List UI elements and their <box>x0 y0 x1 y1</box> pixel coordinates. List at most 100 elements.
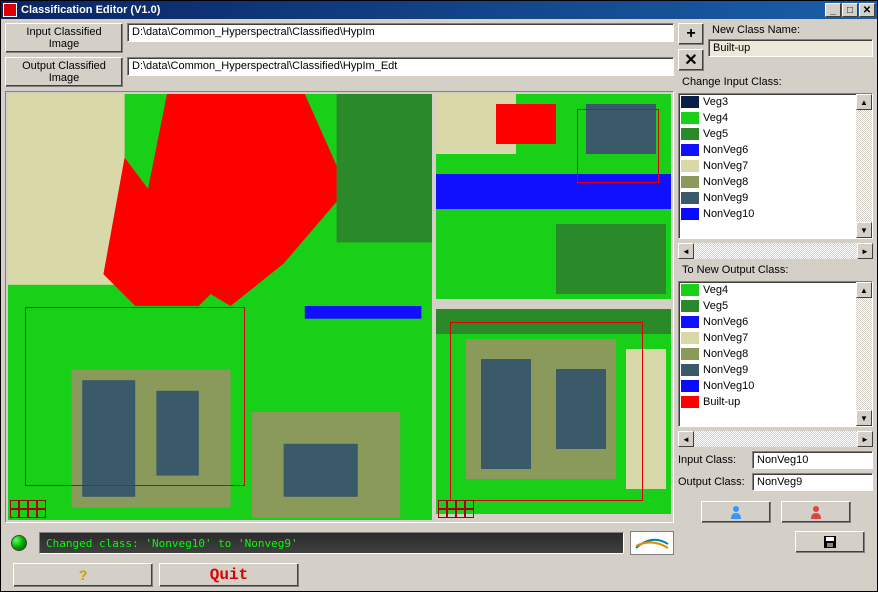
color-swatch <box>681 96 699 108</box>
input-class-field-label: Input Class: <box>678 454 748 466</box>
list-item[interactable]: NonVeg8 <box>679 174 856 190</box>
input-list-h-scrollbar[interactable]: ◄ ► <box>678 243 873 259</box>
output-list-scrollbar[interactable]: ▲ ▼ <box>856 282 872 426</box>
output-class-field-label: Output Class: <box>678 476 748 488</box>
main-canvas[interactable] <box>8 94 432 520</box>
class-name-label: NonVeg7 <box>703 332 748 344</box>
input-list-scrollbar[interactable]: ▲ ▼ <box>856 94 872 238</box>
add-class-button[interactable]: + <box>678 23 704 45</box>
window-title: Classification Editor (V1.0) <box>21 4 160 16</box>
color-swatch <box>681 316 699 328</box>
scroll-up-icon[interactable]: ▲ <box>856 94 872 110</box>
list-item[interactable]: Veg4 <box>679 110 856 126</box>
scroll-up-icon[interactable]: ▲ <box>856 282 872 298</box>
list-item[interactable]: NonVeg8 <box>679 346 856 362</box>
list-item[interactable]: Veg5 <box>679 126 856 142</box>
quit-button[interactable]: Quit <box>159 563 299 587</box>
action-button-2[interactable] <box>781 501 851 523</box>
list-item[interactable]: Veg3 <box>679 94 856 110</box>
color-swatch <box>681 112 699 124</box>
color-swatch <box>681 192 699 204</box>
save-button[interactable] <box>795 531 865 553</box>
minimize-button[interactable]: _ <box>825 3 841 17</box>
detail-pan-control[interactable] <box>438 500 474 518</box>
overview-roi[interactable] <box>577 109 659 183</box>
class-name-label: Veg5 <box>703 128 728 140</box>
image-viewer <box>5 91 674 523</box>
remove-class-button[interactable]: ✕ <box>678 49 704 71</box>
color-swatch <box>681 300 699 312</box>
color-swatch <box>681 348 699 360</box>
list-item[interactable]: NonVeg7 <box>679 158 856 174</box>
color-swatch <box>681 332 699 344</box>
list-item[interactable]: NonVeg6 <box>679 314 856 330</box>
detail-roi[interactable] <box>450 322 643 501</box>
new-class-input[interactable]: Built-up <box>708 39 873 57</box>
person-blue-icon <box>728 505 744 519</box>
output-class-field[interactable]: NonVeg9 <box>752 473 873 491</box>
class-name-label: Veg4 <box>703 112 728 124</box>
class-name-label: NonVeg10 <box>703 380 754 392</box>
titlebar: Classification Editor (V1.0) _ □ ✕ <box>1 1 877 19</box>
class-name-label: Veg3 <box>703 96 728 108</box>
list-item[interactable]: Veg5 <box>679 298 856 314</box>
class-name-label: NonVeg7 <box>703 160 748 172</box>
scroll-left-icon[interactable]: ◄ <box>678 431 694 447</box>
color-swatch <box>681 380 699 392</box>
class-name-label: NonVeg8 <box>703 348 748 360</box>
pan-control[interactable] <box>10 500 46 518</box>
maximize-button[interactable]: □ <box>842 3 858 17</box>
input-image-field[interactable]: D:\data\Common_Hyperspectral\Classified\… <box>127 23 674 42</box>
scroll-down-icon[interactable]: ▼ <box>856 410 872 426</box>
scroll-left-icon[interactable]: ◄ <box>678 243 694 259</box>
roi-polygon[interactable] <box>25 307 245 486</box>
apply-button[interactable] <box>701 501 771 523</box>
list-item[interactable]: Veg4 <box>679 282 856 298</box>
status-led <box>11 535 27 551</box>
class-name-label: NonVeg6 <box>703 316 748 328</box>
color-swatch <box>681 160 699 172</box>
class-name-label: NonVeg6 <box>703 144 748 156</box>
class-name-label: NonVeg10 <box>703 208 754 220</box>
scroll-down-icon[interactable]: ▼ <box>856 222 872 238</box>
list-item[interactable]: NonVeg7 <box>679 330 856 346</box>
close-button[interactable]: ✕ <box>859 3 875 17</box>
help-button[interactable]: ? <box>13 563 153 587</box>
class-name-label: Veg5 <box>703 300 728 312</box>
logo <box>630 531 674 555</box>
color-swatch <box>681 284 699 296</box>
class-name-label: Built-up <box>703 396 740 408</box>
output-image-field[interactable]: D:\data\Common_Hyperspectral\Classified\… <box>127 57 674 76</box>
scroll-right-icon[interactable]: ► <box>857 431 873 447</box>
list-item[interactable]: Built-up <box>679 394 856 410</box>
class-name-label: NonVeg9 <box>703 364 748 376</box>
detail-canvas[interactable] <box>436 309 671 520</box>
new-class-label: New Class Name: <box>708 23 873 37</box>
class-name-label: NonVeg8 <box>703 176 748 188</box>
color-swatch <box>681 144 699 156</box>
app-icon <box>3 3 17 17</box>
input-class-list[interactable]: Veg3 Veg4 Veg5 NonVeg6 NonVeg7 NonVeg8 NonVeg9… <box>678 93 873 239</box>
list-item[interactable]: NonVeg10 <box>679 206 856 222</box>
app-window: Classification Editor (V1.0) _ □ ✕ Input… <box>0 0 878 592</box>
list-item[interactable]: NonVeg6 <box>679 142 856 158</box>
output-class-list[interactable]: Veg4 Veg5 NonVeg6 NonVeg7 NonVeg8 NonVeg9 NonV… <box>678 281 873 427</box>
list-item[interactable]: NonVeg10 <box>679 378 856 394</box>
output-list-h-scrollbar[interactable]: ◄ ► <box>678 431 873 447</box>
color-swatch <box>681 364 699 376</box>
class-name-label: NonVeg9 <box>703 192 748 204</box>
input-image-button[interactable]: Input Classified Image <box>5 23 123 53</box>
color-swatch <box>681 128 699 140</box>
output-class-list-label: To New Output Class: <box>678 263 873 277</box>
scroll-right-icon[interactable]: ► <box>857 243 873 259</box>
color-swatch <box>681 396 699 408</box>
overview-canvas[interactable] <box>436 94 671 305</box>
list-item[interactable]: NonVeg9 <box>679 362 856 378</box>
color-swatch <box>681 176 699 188</box>
output-image-button[interactable]: Output Classified Image <box>5 57 123 87</box>
color-swatch <box>681 208 699 220</box>
list-item[interactable]: NonVeg9 <box>679 190 856 206</box>
input-class-field[interactable]: NonVeg10 <box>752 451 873 469</box>
person-red-icon <box>808 505 824 519</box>
status-bar: Changed class: 'Nonveg10' to 'Nonveg9' <box>39 532 624 554</box>
